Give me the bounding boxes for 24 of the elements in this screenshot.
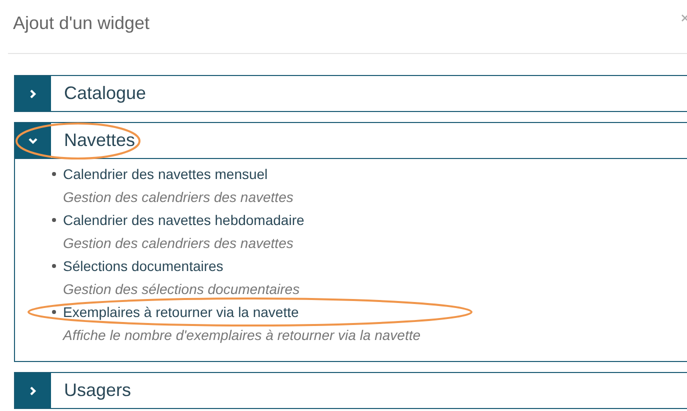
section-title: Catalogue xyxy=(64,82,146,105)
accordion-header[interactable]: Usagers xyxy=(14,372,687,409)
bullet-icon xyxy=(52,310,56,314)
accordion-header[interactable]: Navettes xyxy=(14,122,687,159)
toggle-button[interactable] xyxy=(15,76,51,111)
widget-description: Affiche le nombre d'exemplaires à retourner via la navette xyxy=(63,326,422,345)
chevron-right-icon xyxy=(28,386,38,396)
widget-title[interactable]: Calendrier des navettes hebdomadaire xyxy=(63,208,304,232)
section-title: Usagers xyxy=(64,379,132,402)
bullet-icon xyxy=(52,264,56,268)
accordion-header[interactable]: Catalogue xyxy=(14,75,687,112)
chevron-down-icon xyxy=(28,136,38,146)
dialog-title: Ajout d'un widget xyxy=(13,12,150,35)
widget-title[interactable]: Sélections documentaires xyxy=(63,254,224,278)
bullet-icon xyxy=(52,218,56,222)
widget-description: Gestion des calendriers des navettes xyxy=(63,234,294,253)
widget-description: Gestion des sélections documentaires xyxy=(63,280,301,299)
bullet-icon xyxy=(52,172,56,176)
widget-title[interactable]: Calendrier des navettes mensuel xyxy=(63,162,268,186)
chevron-right-icon xyxy=(28,88,38,98)
toggle-button[interactable] xyxy=(15,373,51,408)
section-title: Navettes xyxy=(64,129,136,152)
widget-description: Gestion des calendriers des navettes xyxy=(63,188,294,207)
close-icon[interactable] xyxy=(681,14,687,22)
